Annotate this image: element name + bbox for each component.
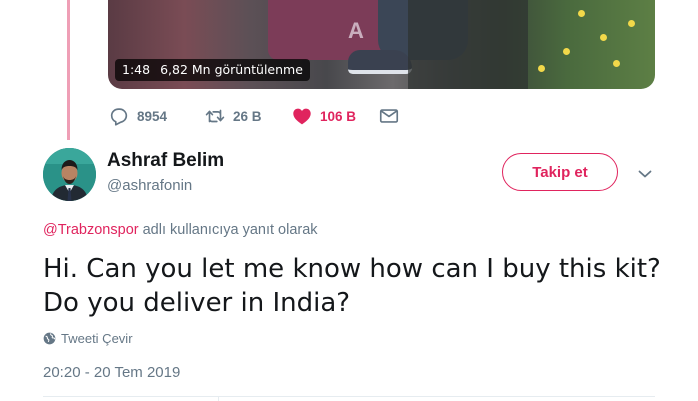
- video-duration: 1:48: [122, 62, 151, 77]
- thread-line: [67, 0, 70, 140]
- translate-tweet-button[interactable]: Tweeti Çevir: [43, 331, 133, 346]
- globe-icon: [43, 332, 56, 345]
- reply-context-suffix: adlı kullanıcıya yanıt olarak: [138, 222, 318, 238]
- chevron-down-icon[interactable]: [636, 165, 654, 183]
- translate-label: Tweeti Çevir: [61, 331, 133, 346]
- video-frame-flower: [578, 10, 585, 17]
- avatar[interactable]: [43, 148, 96, 201]
- divider-tick: [218, 396, 219, 401]
- retweet-icon: [205, 109, 225, 123]
- like-count: 106 B: [320, 108, 357, 124]
- video-frame-flower: [563, 48, 570, 55]
- retweet-button[interactable]: 26 B: [204, 105, 291, 127]
- tweet-timestamp[interactable]: 20:20 - 20 Tem 2019: [43, 364, 180, 381]
- video-frame-flower: [628, 20, 635, 27]
- video-frame-shoe: [348, 50, 412, 74]
- author-handle[interactable]: @ashrafonin: [107, 177, 192, 194]
- video-views: 6,82 Mn görüntülenme: [160, 62, 303, 77]
- reply-mention-link[interactable]: @Trabzonspor: [43, 222, 139, 238]
- video-frame-flower: [613, 60, 620, 67]
- retweet-count: 26 B: [233, 108, 262, 124]
- video-frame-flower: [538, 65, 545, 72]
- video-info-badge: 1:48 6,82 Mn görüntülenme: [115, 59, 310, 81]
- divider: [43, 396, 655, 397]
- video-frame-shadow: [408, 0, 528, 89]
- reply-count: 8954: [137, 108, 168, 124]
- heart-icon: [293, 108, 311, 125]
- reply-context: @Trabzonspor adlı kullanıcıya yanıt olar…: [43, 222, 318, 238]
- reply-icon: [110, 108, 128, 126]
- video-frame-flower: [600, 34, 607, 41]
- tweet-actions: 8954 26 B 106 B: [108, 104, 400, 128]
- reply-button[interactable]: 8954: [108, 105, 204, 127]
- direct-message-button[interactable]: [378, 105, 400, 127]
- video-frame-text: A: [348, 18, 364, 43]
- envelope-icon: [379, 109, 399, 123]
- follow-button[interactable]: Takip et: [502, 153, 618, 191]
- tweet-text: Hi. Can you let me know how can I buy th…: [43, 254, 661, 318]
- author-name[interactable]: Ashraf Belim: [107, 150, 224, 172]
- avatar-photo: [43, 148, 96, 201]
- like-button[interactable]: 106 B: [291, 105, 378, 127]
